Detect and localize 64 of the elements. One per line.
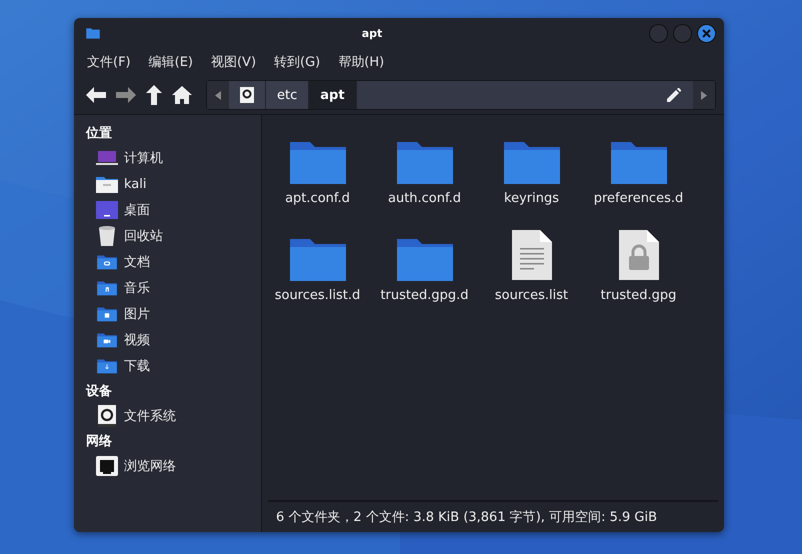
- scroll-right-button[interactable]: [693, 81, 715, 109]
- laptop-icon: [96, 151, 118, 165]
- file-name[interactable]: trusted.gpg: [600, 288, 676, 303]
- section-heading: 网络: [86, 433, 112, 450]
- sidebar-item[interactable]: 文档: [124, 253, 150, 271]
- sidebar-item[interactable]: 文件系统: [124, 407, 176, 425]
- folder-icon: [96, 358, 118, 374]
- back-icon[interactable]: [86, 87, 106, 103]
- trash-icon: [96, 225, 118, 247]
- menu-item[interactable]: 视图(V): [204, 53, 264, 71]
- file-name[interactable]: preferences.d: [594, 191, 684, 206]
- file-name[interactable]: auth.conf.d: [388, 191, 462, 206]
- sidebar-item[interactable]: 下载: [124, 357, 150, 375]
- folder-icon: [86, 28, 100, 38]
- window-title: apt: [360, 26, 384, 40]
- caret-icon: [215, 90, 221, 100]
- folder-icon: [96, 280, 118, 296]
- close-icon: [702, 28, 711, 38]
- folder-icon: [396, 141, 454, 185]
- file-name[interactable]: apt.conf.d: [285, 191, 350, 206]
- file-name[interactable]: sources.list.d: [274, 288, 360, 303]
- network-port-icon: [96, 456, 118, 476]
- status-text: 6 个文件夹，2 个文件: 3.8 KiB (3,861 字节), 可用空间: 5.9 GiB: [276, 509, 657, 526]
- text-file-icon: [510, 228, 554, 282]
- sidebar-item[interactable]: 视频: [124, 331, 150, 349]
- path-button[interactable]: etc: [266, 81, 310, 109]
- locked-file-icon: [616, 228, 660, 282]
- folder-icon: [96, 254, 118, 270]
- file-name[interactable]: sources.list: [494, 288, 568, 303]
- edit-icon[interactable]: [667, 88, 681, 102]
- file-name[interactable]: keyrings: [504, 191, 559, 206]
- menu-item[interactable]: 转到(G): [267, 53, 328, 71]
- home-folder-icon: [96, 175, 118, 193]
- folder-icon: [502, 141, 560, 185]
- sidebar-item[interactable]: 桌面: [124, 201, 150, 219]
- path-button[interactable]: [229, 81, 266, 109]
- caret-icon: [701, 90, 707, 100]
- menu-item[interactable]: 帮助(H): [331, 53, 392, 71]
- folder-icon: [288, 238, 346, 282]
- close-button[interactable]: [697, 24, 716, 42]
- menu-item[interactable]: 编辑(E): [142, 53, 200, 71]
- folder-icon: [610, 141, 668, 185]
- sidebar-item[interactable]: 图片: [124, 305, 150, 323]
- folder-icon: [396, 238, 454, 282]
- scroll-left-button[interactable]: [207, 81, 229, 109]
- home-icon[interactable]: [172, 86, 192, 104]
- sidebar-item[interactable]: 计算机: [124, 149, 163, 167]
- menu-item[interactable]: 文件(F): [80, 53, 138, 71]
- section-heading: 位置: [86, 125, 112, 142]
- sidebar-item[interactable]: 音乐: [124, 279, 150, 297]
- sidebar-item[interactable]: kali: [124, 176, 146, 192]
- sidebar-item[interactable]: 回收站: [124, 227, 163, 245]
- folder-icon: [96, 332, 118, 348]
- drive-icon: [96, 405, 118, 427]
- up-icon[interactable]: [146, 85, 162, 105]
- section-heading: 设备: [86, 383, 112, 400]
- sidebar-item[interactable]: 浏览网络: [124, 457, 176, 475]
- drive-icon: [240, 87, 254, 103]
- forward-icon[interactable]: [116, 87, 136, 103]
- file-name[interactable]: trusted.gpg.d: [380, 288, 469, 303]
- path-button[interactable]: apt: [309, 81, 357, 109]
- desktop-icon: [96, 201, 118, 219]
- folder-icon: [96, 306, 118, 322]
- folder-icon: [288, 141, 346, 185]
